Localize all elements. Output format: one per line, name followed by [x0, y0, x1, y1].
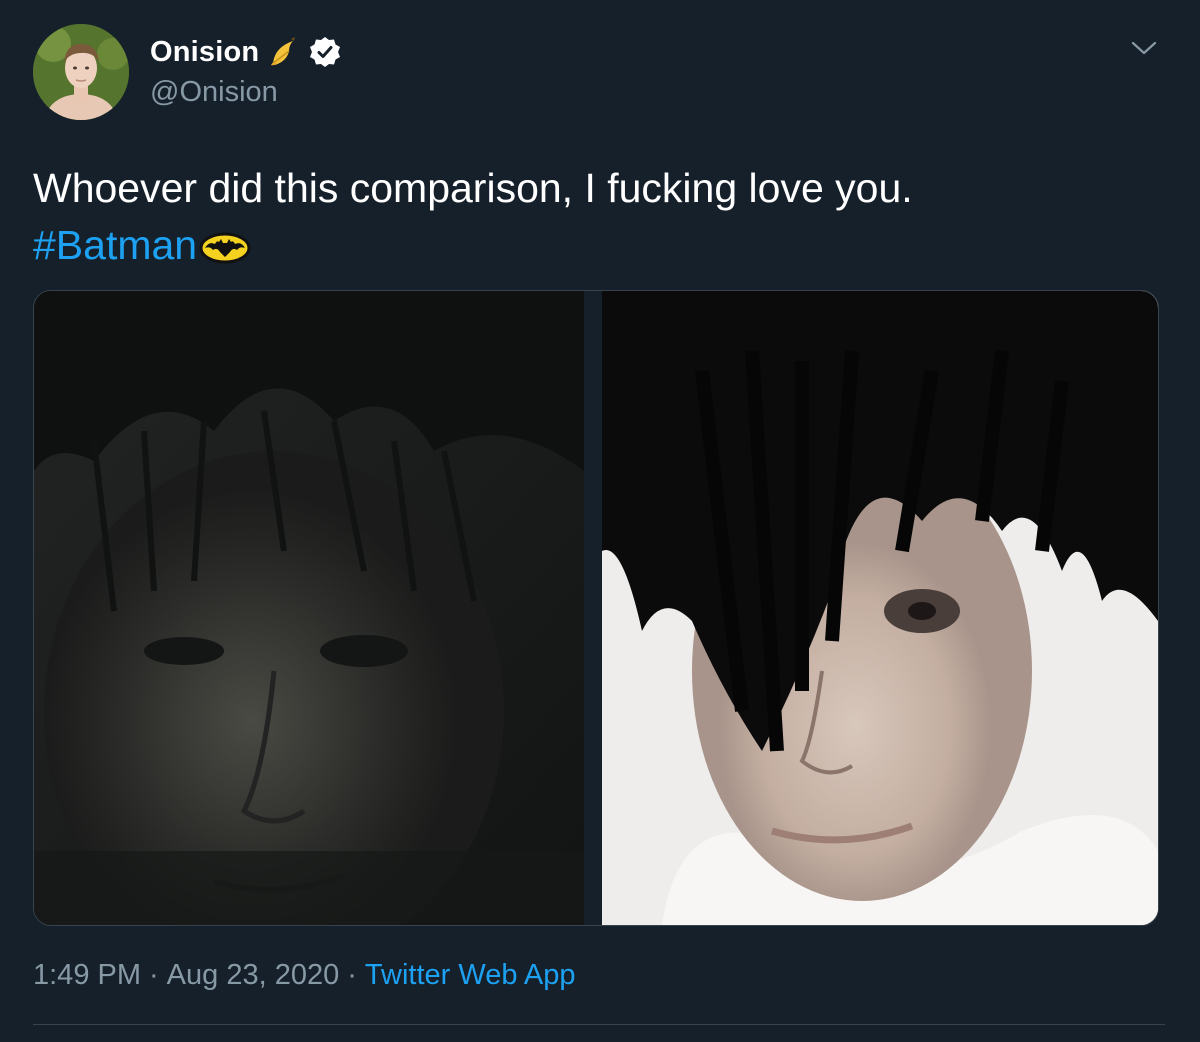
display-name[interactable]: Onision	[150, 34, 259, 70]
tweet-text: Whoever did this comparison, I fucking l…	[33, 160, 1163, 274]
media-divider	[584, 291, 602, 925]
bat-emoji-icon	[199, 232, 251, 264]
bright-portrait-image	[602, 291, 1158, 925]
tweet-source-link[interactable]: Twitter Web App	[365, 959, 576, 991]
media-image-right[interactable]	[602, 291, 1158, 925]
banana-icon	[269, 35, 299, 69]
dark-portrait-image	[34, 291, 584, 925]
divider	[33, 1024, 1165, 1025]
tweet-card: Onision @Onision Whoever did this compar…	[0, 0, 1200, 1042]
tweet-hashtag-line: #Batman	[33, 217, 1163, 274]
chevron-down-icon	[1131, 41, 1157, 55]
author-name-row[interactable]: Onision	[150, 34, 341, 70]
media-image-left[interactable]	[34, 291, 584, 925]
hashtag-link[interactable]: #Batman	[33, 222, 197, 268]
avatar[interactable]	[33, 24, 129, 120]
verified-icon	[309, 36, 341, 68]
tweet-time[interactable]: 1:49 PM	[33, 959, 141, 991]
more-options-button[interactable]	[1124, 30, 1164, 66]
meta-separator: ·	[149, 959, 159, 991]
tweet-text-line: Whoever did this comparison, I fucking l…	[33, 165, 913, 211]
tweet-date[interactable]: Aug 23, 2020	[167, 959, 340, 991]
avatar-photo	[33, 24, 129, 120]
tweet-media[interactable]	[33, 290, 1159, 926]
tweet-meta: 1:49 PM · Aug 23, 2020 · Twitter Web App	[33, 955, 576, 995]
author-handle[interactable]: @Onision	[150, 74, 278, 110]
meta-separator: ·	[347, 959, 357, 991]
